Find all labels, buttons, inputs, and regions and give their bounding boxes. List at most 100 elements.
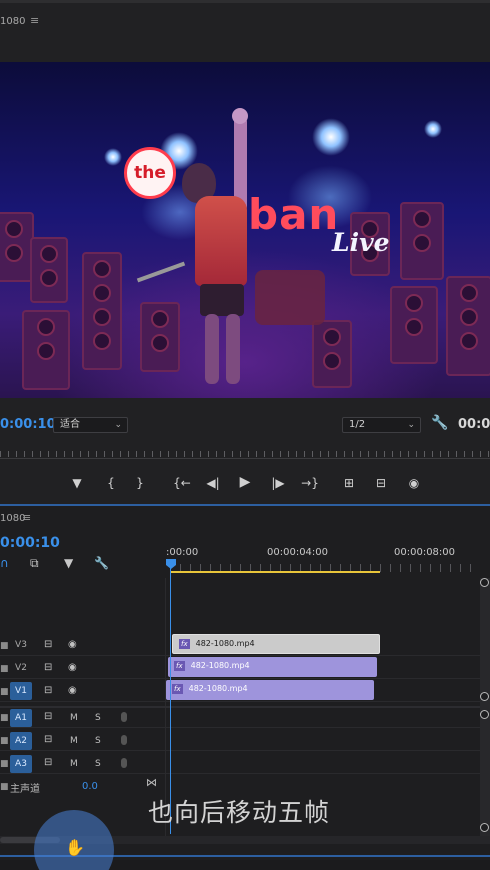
speaker-graphic [82, 252, 122, 370]
logo-the-circle: the [124, 147, 176, 199]
solo-button[interactable]: S [95, 759, 101, 769]
video-preview: the ban Live [0, 62, 490, 398]
stage-light [312, 118, 350, 156]
zoom-level-select[interactable]: 适合 ⌄ [53, 417, 128, 433]
singer-leg [226, 314, 240, 384]
wrench-icon[interactable]: 🔧 [431, 415, 448, 431]
video-clip-v3[interactable]: fx 482-1080.mp4 [172, 634, 380, 654]
fx-badge: fx [179, 639, 190, 649]
eye-icon[interactable]: ◉ [68, 639, 77, 650]
stage-light [104, 148, 122, 166]
track-lock-icon[interactable]: ■ [0, 759, 9, 769]
track-a2-label[interactable]: A2 [10, 732, 32, 750]
mark-out-button[interactable]: } [130, 476, 150, 490]
video-clip-v2[interactable]: fx 482-1080.mp4 [168, 657, 377, 677]
sync-lock-icon[interactable]: ⊟ [44, 711, 52, 722]
track-lock-icon[interactable]: ■ [0, 713, 9, 723]
vertical-scrollbar[interactable] [480, 578, 490, 838]
ruler-time-label: :00:00 [166, 547, 199, 558]
logo-ban-text: ban [248, 190, 340, 239]
zoom-level-value: 适合 [60, 419, 80, 430]
timeline-menu-icon[interactable]: ≡ [22, 511, 31, 524]
linked-selection-icon[interactable]: ⧉ [30, 556, 39, 571]
sync-lock-icon[interactable]: ⊟ [44, 639, 52, 650]
ruler-baseline [0, 458, 490, 459]
singer-body [195, 196, 247, 286]
scroll-handle[interactable] [480, 710, 489, 719]
chevron-down-icon: ⌄ [407, 420, 415, 430]
sync-lock-icon[interactable]: ⊟ [44, 662, 52, 673]
panel-menu-icon[interactable]: ≡ [30, 14, 39, 27]
track-lock-icon[interactable]: ■ [0, 664, 9, 674]
speaker-graphic [30, 237, 68, 303]
eye-icon[interactable]: ◉ [68, 685, 77, 696]
snap-icon[interactable]: ∩ [0, 556, 9, 570]
ruler-time-label: 00:00:04:00 [267, 547, 329, 558]
video-subtitle: 也向后移动五帧 [148, 798, 331, 827]
microphone-icon[interactable] [121, 758, 127, 768]
overwrite-button[interactable]: ⊟ [371, 476, 391, 490]
monitor-time-ruler[interactable] [0, 442, 490, 464]
sync-lock-icon[interactable]: ⊟ [44, 757, 52, 768]
work-area-bar[interactable] [170, 571, 380, 573]
solo-button[interactable]: S [95, 736, 101, 746]
mark-in-button[interactable]: { [101, 476, 121, 490]
track-lock-icon[interactable]: ■ [0, 736, 9, 746]
go-to-out-button[interactable]: →} [300, 476, 320, 490]
drum-kit [255, 270, 325, 325]
go-to-end-icon[interactable]: ⋈ [146, 776, 157, 789]
timeline-settings-wrench-icon[interactable]: 🔧 [94, 556, 109, 570]
playback-resolution-select[interactable]: 1/2 ⌄ [342, 417, 421, 433]
eye-icon[interactable]: ◉ [68, 662, 77, 673]
track-v2-label[interactable]: V2 [10, 659, 32, 677]
fx-badge: fx [172, 684, 183, 694]
logo-live-text: Live [332, 228, 390, 257]
add-marker-button[interactable]: ▼ [67, 476, 87, 490]
speaker-graphic [312, 320, 352, 388]
mute-button[interactable]: M [70, 736, 78, 746]
speaker-graphic [0, 212, 34, 282]
scroll-handle[interactable] [480, 823, 489, 832]
scroll-handle[interactable] [480, 578, 489, 587]
master-track-label: 主声道 [10, 784, 40, 795]
track-v1-label[interactable]: V1 [10, 682, 32, 700]
track-lock-icon[interactable]: ■ [0, 641, 9, 651]
speaker-graphic [400, 202, 444, 280]
mute-button[interactable]: M [70, 713, 78, 723]
clip-name: 482-1080.mp4 [190, 661, 250, 670]
insert-button[interactable]: ⊞ [339, 476, 359, 490]
microphone-icon[interactable] [121, 712, 127, 722]
solo-button[interactable]: S [95, 713, 101, 723]
stage-light [424, 120, 442, 138]
play-button[interactable]: ▶ [235, 474, 255, 490]
playhead-timecode[interactable]: 0:00:10 [0, 417, 56, 432]
go-to-in-button[interactable]: {← [172, 476, 192, 490]
fx-badge: fx [174, 661, 185, 671]
program-monitor-title[interactable]: 1080 [0, 16, 25, 27]
clip-name: 482-1080.mp4 [188, 684, 248, 693]
track-v3-label[interactable]: V3 [10, 636, 32, 654]
step-back-button[interactable]: ◀| [203, 476, 223, 490]
singer-hand [232, 108, 248, 124]
scroll-handle[interactable] [480, 692, 489, 701]
speaker-graphic [446, 276, 490, 376]
mic-stand [136, 261, 186, 283]
track-a1-label[interactable]: A1 [10, 709, 32, 727]
add-marker-icon[interactable]: ▼ [64, 556, 73, 570]
mute-button[interactable]: M [70, 759, 78, 769]
master-volume-value[interactable]: 0.0 [82, 781, 98, 792]
sync-lock-icon[interactable]: ⊟ [44, 685, 52, 696]
video-clip-v1[interactable]: fx 482-1080.mp4 [166, 680, 374, 700]
export-frame-camera-icon[interactable]: ◉ [404, 476, 424, 490]
chevron-down-icon: ⌄ [114, 420, 122, 430]
duration-timecode: 00:00 [458, 417, 490, 432]
microphone-icon[interactable] [121, 735, 127, 745]
track-lock-icon[interactable]: ■ [0, 782, 9, 792]
timeline-timecode[interactable]: 0:00:10 [0, 535, 60, 551]
singer-leg [205, 314, 219, 384]
track-a3-label[interactable]: A3 [10, 755, 32, 773]
sync-lock-icon[interactable]: ⊟ [44, 734, 52, 745]
step-forward-button[interactable]: |▶ [268, 476, 288, 490]
program-monitor-header [0, 0, 490, 62]
track-lock-icon[interactable]: ■ [0, 687, 9, 697]
